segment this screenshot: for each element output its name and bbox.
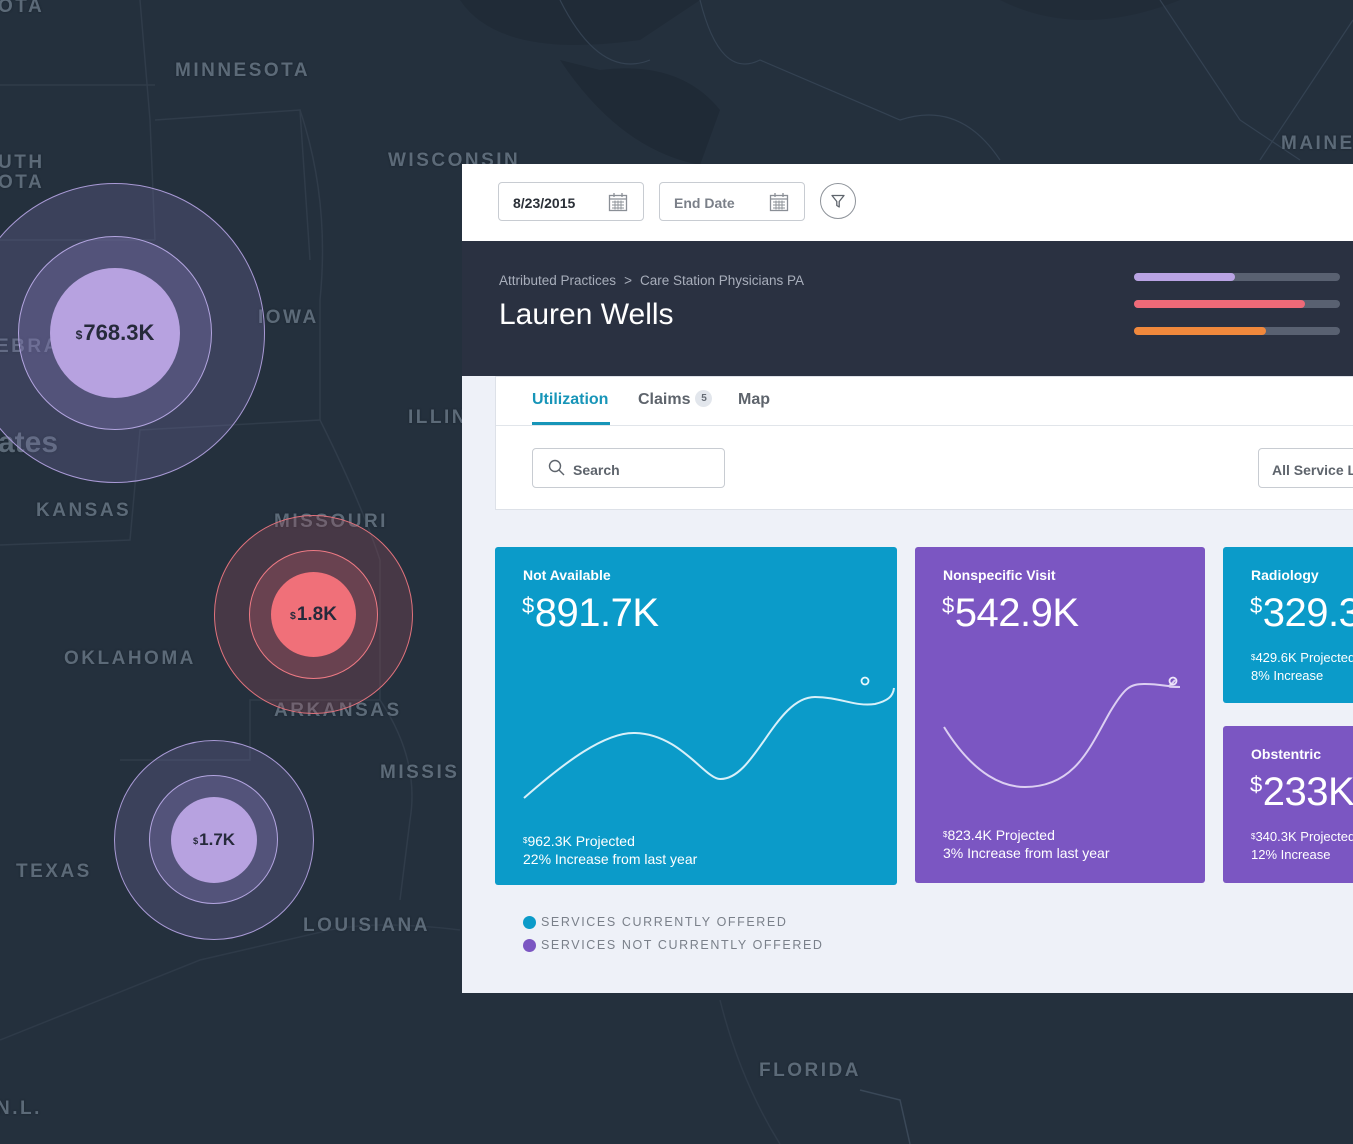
legend-item-not-offered: SERVICES NOT CURRENTLY OFFERED — [523, 938, 824, 952]
bubble-value: $1.7K — [171, 797, 257, 883]
legend-label: SERVICES CURRENTLY OFFERED — [541, 915, 788, 929]
card-increase: 3% Increase from last year — [943, 845, 1110, 861]
card-projected: $340.3K Projected — [1251, 829, 1353, 844]
end-date-placeholder: End Date — [674, 195, 735, 211]
service-line-select[interactable]: All Service L — [1258, 448, 1353, 488]
practice-header: Attributed Practices > Care Station Physic… — [462, 241, 1353, 376]
card-title: Nonspecific Visit — [943, 567, 1056, 583]
progress-bar — [1134, 327, 1340, 335]
state-label: ILLIN — [408, 407, 468, 428]
filter-icon — [831, 194, 845, 208]
sparkline-endpoint — [860, 676, 870, 686]
state-label: MAINE — [1281, 133, 1353, 154]
state-label: UTH — [0, 152, 45, 173]
progress-fill — [1134, 273, 1235, 281]
bubble-value: $1.8K — [271, 572, 356, 657]
search-placeholder: Search — [573, 462, 620, 478]
breadcrumb-item-attributed-practices[interactable]: Attributed Practices — [499, 273, 616, 288]
progress-fill — [1134, 300, 1305, 308]
state-label: FLORIDA — [759, 1060, 861, 1081]
card-title: Obstentric — [1251, 746, 1322, 762]
card-value: $542.9K — [942, 591, 1079, 635]
state-label: IOWA — [258, 307, 319, 328]
state-label: N.L. — [0, 1098, 42, 1119]
search-icon — [548, 459, 565, 476]
progress-bar — [1134, 300, 1340, 308]
breadcrumb-separator: > — [624, 273, 632, 288]
tab-utilization[interactable]: Utilization — [532, 391, 608, 409]
date-toolbar: 8/23/2015 End Date — [462, 164, 1353, 241]
tab-label: Claims — [638, 391, 691, 408]
map-bubble[interactable]: $1.8K — [214, 515, 413, 714]
legend-item-offered: SERVICES CURRENTLY OFFERED — [523, 915, 788, 929]
card-increase: 22% Increase from last year — [523, 851, 698, 867]
end-date-field[interactable]: End Date — [659, 182, 805, 221]
legend-dot — [523, 915, 536, 929]
start-date-field[interactable]: 8/23/2015 — [498, 182, 644, 221]
calendar-icon[interactable] — [769, 192, 789, 212]
service-card-nonspecific-visit[interactable]: Nonspecific Visit $542.9K $823.4K Projec… — [915, 547, 1205, 883]
card-value: $329.3 — [1250, 591, 1353, 635]
page-title: Lauren Wells — [499, 298, 674, 331]
tab-map[interactable]: Map — [738, 391, 770, 409]
sparkline-line — [943, 679, 1181, 789]
state-label: OKLAHOMA — [64, 648, 196, 669]
card-projected: $962.3K Projected — [523, 833, 635, 849]
progress-fill — [1134, 327, 1266, 335]
service-card-radiology[interactable]: Radiology $329.3 $429.6K Projected 8% In… — [1223, 547, 1353, 703]
start-date-value: 8/23/2015 — [513, 195, 576, 211]
progress-bar — [1134, 273, 1340, 281]
state-label: KANSAS — [36, 500, 132, 521]
card-increase: 12% Increase — [1251, 847, 1331, 862]
state-label: MINNESOTA — [175, 60, 311, 81]
service-card-not-available[interactable]: Not Available $891.7K $962.3K Projected … — [495, 547, 897, 885]
map-bubble[interactable]: $1.7K — [114, 740, 314, 940]
search-input[interactable]: Search — [532, 448, 725, 488]
card-title: Radiology — [1251, 567, 1319, 583]
legend-label: SERVICES NOT CURRENTLY OFFERED — [541, 938, 824, 952]
state-label: TEXAS — [16, 861, 92, 882]
bubble-value: $768.3K — [50, 268, 180, 398]
state-label: OTA — [0, 0, 45, 17]
state-label: OTA — [0, 172, 45, 193]
card-projected: $429.6K Projected — [1251, 650, 1353, 665]
legend-dot — [523, 938, 536, 952]
sparkline-line — [523, 687, 895, 799]
card-projected: $823.4K Projected — [943, 827, 1055, 843]
filter-button[interactable] — [820, 183, 856, 219]
state-label: LOUISIANA — [303, 915, 430, 936]
tabs-card: Utilization Claims 5 Map Search All Servi… — [495, 376, 1353, 510]
tab-claims[interactable]: Claims 5 — [638, 390, 713, 409]
breadcrumb-item-current: Care Station Physicians PA — [639, 273, 805, 288]
card-increase: 8% Increase — [1251, 668, 1324, 683]
card-value: $891.7K — [522, 591, 659, 635]
card-value: $233K — [1250, 770, 1353, 814]
service-line-value: All Service L — [1272, 462, 1353, 478]
service-card-obstentric[interactable]: Obstentric $233K $340.3K Projected 12% I… — [1223, 726, 1353, 883]
card-title: Not Available — [523, 567, 611, 583]
state-label: MISSIS — [380, 762, 460, 783]
breadcrumb: Attributed Practices > Care Station Physic… — [499, 273, 804, 288]
claims-count-badge: 5 — [695, 390, 713, 408]
calendar-icon[interactable] — [608, 192, 628, 212]
divider — [496, 425, 1353, 426]
practice-panel: 8/23/2015 End Date Attributed Practices … — [462, 164, 1353, 993]
